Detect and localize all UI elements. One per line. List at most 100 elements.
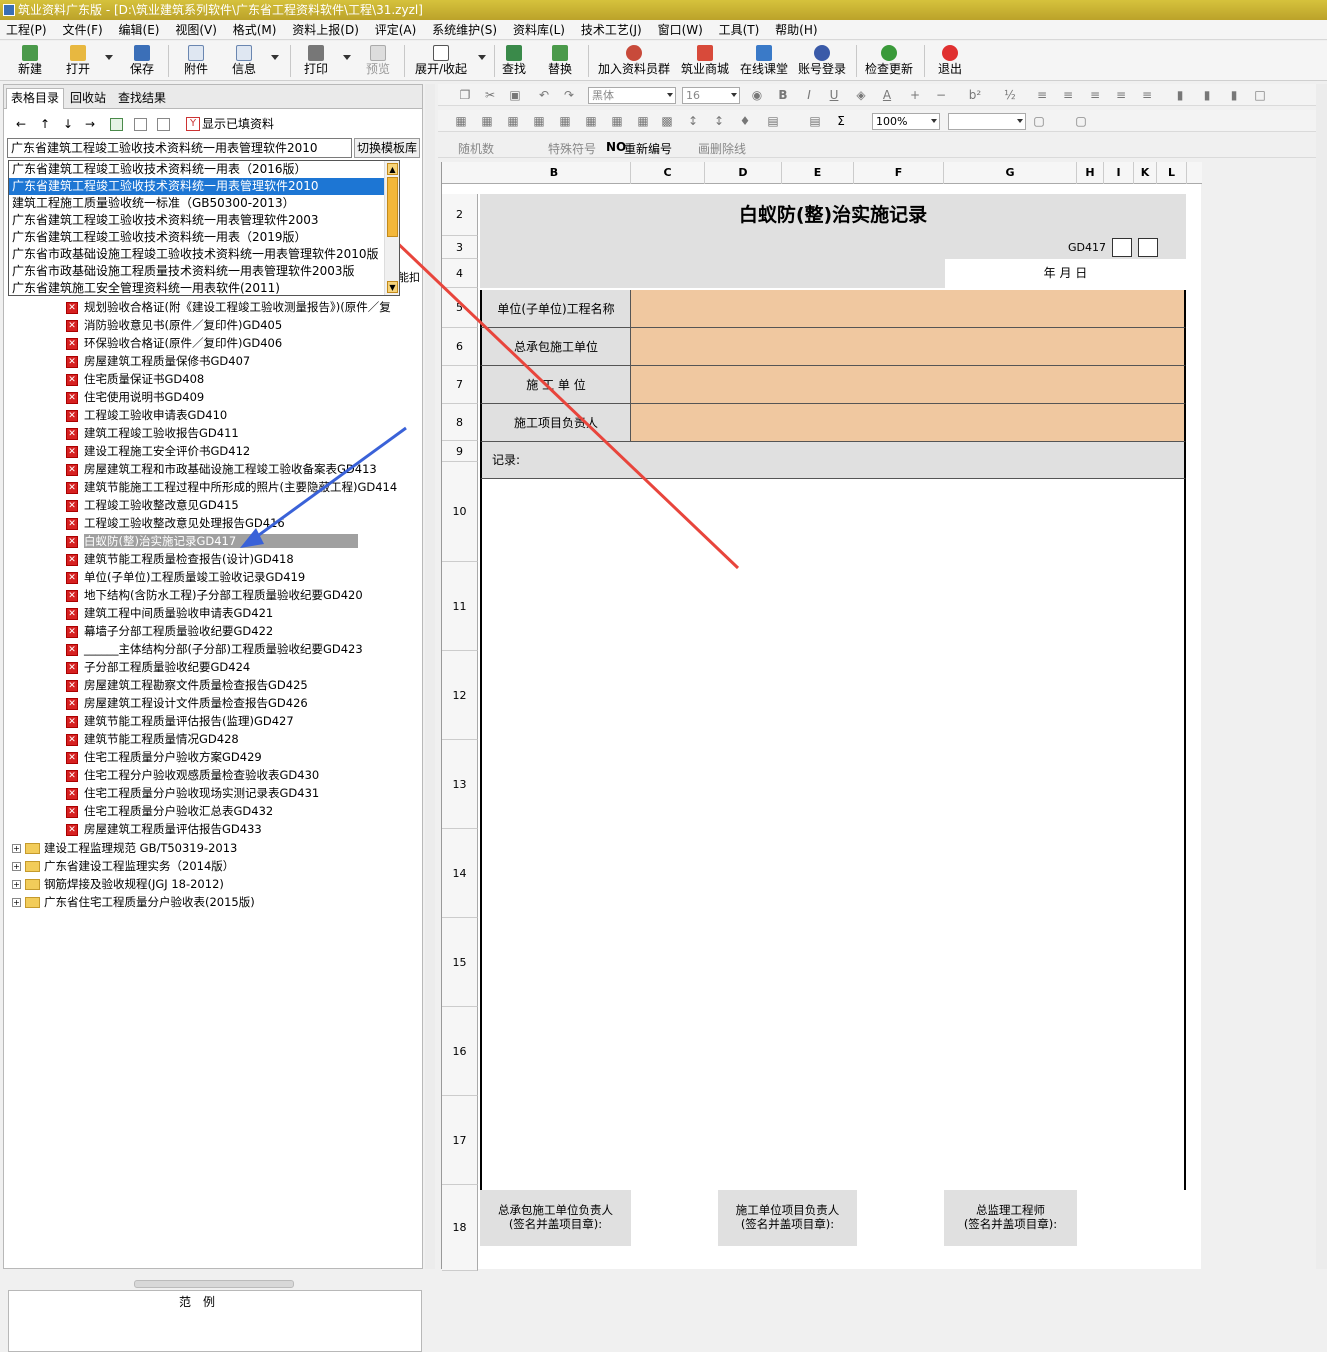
tree-folder[interactable]: + 广东省住宅工程质量分户验收表(2015版) (12, 893, 255, 911)
general-contractor-field[interactable] (631, 328, 1186, 366)
column-header-cell[interactable]: B (478, 162, 631, 184)
sum-icon[interactable]: Σ (834, 114, 848, 128)
arrow-up-icon[interactable]: ↑ (40, 116, 50, 132)
mall-button[interactable]: 筑业商城 (678, 43, 732, 79)
info-dropdown-icon[interactable] (271, 55, 279, 60)
scroll-down-icon[interactable]: ▼ (387, 281, 398, 293)
font-size-select[interactable]: 16 (682, 87, 740, 104)
column-header-cell[interactable]: G (944, 162, 1077, 184)
row-header-cell[interactable]: 16 (442, 1007, 478, 1096)
delete-col-icon[interactable]: ▦ (584, 114, 598, 128)
menu-help[interactable]: 帮助(H) (769, 20, 823, 40)
column-header-cell[interactable]: D (705, 162, 782, 184)
special-symbol-button[interactable]: 特殊符号 (548, 140, 596, 157)
sign-contractor-field[interactable] (631, 1190, 718, 1246)
tree-item[interactable]: ✕ 建筑节能工程质量情况GD428 (66, 730, 239, 748)
sign-unit-label[interactable]: 施工单位项目负责人 (签名并盖项目章): (718, 1190, 857, 1246)
indent-icon[interactable]: ↕ (712, 114, 726, 128)
sign-supervisor-label[interactable]: 总监理工程师 (签名并盖项目章): (944, 1190, 1077, 1246)
code-box-1[interactable] (1112, 238, 1132, 257)
row-header-cell[interactable]: 6 (442, 328, 478, 366)
align-left-icon[interactable]: ≡ (1035, 88, 1049, 102)
row-header-cell[interactable]: 15 (442, 918, 478, 1007)
expand-dropdown-icon[interactable] (478, 55, 486, 60)
panel-splitter[interactable] (134, 1280, 294, 1288)
tree-item[interactable]: ✕ 单位(子单位)工程质量竣工验收记录GD419 (66, 568, 305, 586)
tree-item[interactable]: ✕ 房屋建筑工程和市政基础设施工程竣工验收备案表GD413 (66, 460, 377, 478)
row-header-cell[interactable]: 10 (442, 462, 478, 562)
replace-button[interactable]: 替换 (544, 43, 576, 79)
find-button[interactable]: 查找 (498, 43, 530, 79)
cut-icon[interactable]: ✂ (483, 88, 497, 102)
font-color-icon[interactable]: A (880, 88, 894, 102)
menu-library[interactable]: 资料库(L) (507, 20, 571, 40)
tab-search-results[interactable]: 查找结果 (114, 89, 170, 109)
border-style-icon[interactable]: ▢ (1032, 114, 1046, 128)
strikethrough-button[interactable]: 画删除线 (698, 140, 746, 157)
template-library-select[interactable]: 广东省建筑工程竣工验收技术资料统一用表管理软件2010 (7, 138, 352, 158)
arrow-right-icon[interactable]: → (85, 116, 95, 132)
tree-item[interactable]: ✕ 工程竣工验收整改意见处理报告GD416 (66, 514, 285, 532)
tree-item[interactable]: ✕ 建筑节能施工工程过程中所形成的照片(主要隐蔽工程)GD414 (66, 478, 397, 496)
justify-icon[interactable]: ≡ (1114, 88, 1128, 102)
attach-button[interactable]: 附件 (180, 43, 212, 79)
project-name-field[interactable] (631, 290, 1186, 328)
tree-item[interactable]: ✕ 消防验收意见书(原件／复印件)GD405 (66, 316, 282, 334)
insert-col-icon[interactable]: ▦ (532, 114, 546, 128)
tab-recycle-bin[interactable]: 回收站 (66, 89, 110, 109)
open-dropdown-icon[interactable] (105, 55, 113, 60)
insert-row-icon[interactable]: ▦ (506, 114, 520, 128)
image-icon[interactable]: ▤ (766, 114, 780, 128)
header-gray-left[interactable] (480, 259, 945, 288)
check-update-button[interactable]: 检查更新 (862, 43, 916, 79)
row-header-cell[interactable]: 18 (442, 1185, 478, 1271)
align-center-icon[interactable]: ≡ (1061, 88, 1075, 102)
filter-icon[interactable]: Y (186, 117, 200, 131)
dropdown-option[interactable]: 建筑工程施工质量验收统一标准（GB50300-2013） (9, 195, 385, 212)
lock-icon[interactable]: ▩ (660, 114, 674, 128)
tab-table-catalog[interactable]: 表格目录 (6, 88, 65, 109)
tree-item[interactable]: ✕ 房屋建筑工程质量保修书GD407 (66, 352, 250, 370)
show-filled-label[interactable]: 显示已填资料 (202, 116, 274, 132)
left-splitter-bar[interactable] (425, 84, 435, 1269)
tree-item[interactable]: ✕ 工程竣工验收整改意见GD415 (66, 496, 239, 514)
print-dropdown-icon[interactable] (343, 55, 351, 60)
dropdown-option-selected[interactable]: 广东省建筑工程竣工验收技术资料统一用表管理软件2010 (9, 178, 385, 195)
menu-tools[interactable]: 工具(T) (713, 20, 766, 40)
tree-folder[interactable]: + 广东省建设工程监理实务（2014版） (12, 857, 234, 875)
code-box-2[interactable] (1138, 238, 1158, 257)
italic-icon[interactable]: I (802, 88, 816, 102)
dropdown-option[interactable]: 广东省建筑工程竣工验收技术资料统一用表（2019版） (9, 229, 385, 246)
row-header-cell[interactable]: 11 (442, 562, 478, 651)
tree-item[interactable]: ✕ ______主体结构分部(子分部)工程质量验收纪要GD423 (66, 640, 363, 658)
superscript-icon[interactable]: b² (968, 88, 982, 102)
tree-item[interactable]: ✕ 环保验收合格证(原件／复印件)GD406 (66, 334, 282, 352)
merge-icon[interactable]: ▦ (454, 114, 468, 128)
add-icon[interactable] (110, 118, 123, 131)
barcode3-icon[interactable]: ▮ (1227, 88, 1241, 102)
tree-item[interactable]: ✕ 工程竣工验收申请表GD410 (66, 406, 227, 424)
redo-icon[interactable]: ↷ (562, 88, 576, 102)
project-manager-field[interactable] (631, 404, 1186, 442)
renumber-button[interactable]: 重新编号 (624, 140, 672, 157)
column-header-cell[interactable]: E (782, 162, 854, 184)
grid-icon[interactable]: ▦ (636, 114, 650, 128)
minus-icon[interactable]: − (934, 88, 948, 102)
dropdown-scrollbar[interactable]: ▲ ▼ (384, 161, 399, 295)
tree-folder[interactable]: + 钢筋焊接及验收规程(JGJ 18-2012) (12, 875, 224, 893)
tree-folder[interactable]: + 建设工程监理规范 GB/T50319-2013 (12, 839, 237, 857)
line-spacing-icon[interactable]: ↕ (686, 114, 700, 128)
column-header-cell[interactable]: C (631, 162, 705, 184)
sign-unit-field[interactable] (857, 1190, 944, 1246)
construction-unit-field[interactable] (631, 366, 1186, 404)
underline-icon[interactable]: U (827, 88, 841, 102)
barcode-icon[interactable]: ▮ (1173, 88, 1187, 102)
menu-format[interactable]: 格式(M) (227, 20, 283, 40)
column-header-cell[interactable]: F (854, 162, 944, 184)
dropdown-option[interactable]: 广东省建筑施工安全管理资料统一用表软件(2011) (9, 280, 385, 297)
border-color-icon[interactable]: ▢ (1074, 114, 1088, 128)
row-header-cell[interactable]: 13 (442, 740, 478, 829)
dropdown-option[interactable]: 广东省市政基础设施工程质量技术资料统一用表管理软件2003版 (9, 263, 385, 280)
row-header-cell[interactable]: 8 (442, 404, 478, 441)
form-code[interactable]: GD417 (480, 236, 1106, 259)
